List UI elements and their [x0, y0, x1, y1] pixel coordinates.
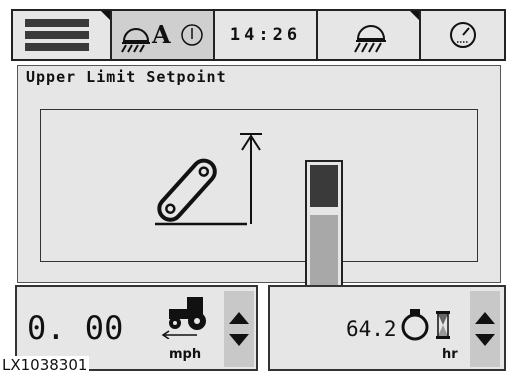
setpoint-bar-fill	[310, 215, 338, 290]
menu-button[interactable]	[13, 11, 112, 59]
tractor-icon	[161, 297, 206, 339]
speed-stepper[interactable]	[224, 291, 254, 367]
speedometer-icon	[450, 22, 476, 48]
engine-hours-value: 64.2	[346, 317, 397, 341]
gauge-button[interactable]	[421, 11, 504, 59]
setpoint-bar-upper	[310, 165, 338, 207]
auto-lights-button[interactable]: A	[112, 11, 215, 59]
engine-hours-box: 64.2 hr	[268, 285, 506, 371]
hourglass-icon	[436, 311, 450, 339]
submenu-indicator-icon	[410, 11, 419, 20]
panel-title: Upper Limit Setpoint	[26, 68, 227, 86]
hours-stepper[interactable]	[470, 291, 500, 367]
hitch-upper-limit-icon	[155, 133, 262, 226]
figure-id-caption: LX1038301	[0, 356, 90, 374]
work-light-icon	[121, 28, 150, 53]
work-light-icon	[354, 25, 386, 53]
clock-time: 14:26	[229, 25, 302, 45]
up-down-arrows-icon	[475, 312, 495, 346]
menu-icon	[25, 19, 89, 51]
ground-speed-unit: mph	[169, 347, 202, 362]
lights-button[interactable]	[318, 11, 421, 59]
top-toolbar: A 14:26	[11, 9, 506, 61]
auto-mode-label: A	[152, 20, 171, 49]
setpoint-panel: Upper Limit Setpoint	[17, 65, 501, 295]
up-down-arrows-icon	[229, 312, 249, 346]
submenu-indicator-icon	[101, 11, 110, 20]
engine-icon	[401, 309, 429, 341]
power-icon	[181, 24, 203, 46]
setpoint-frame	[40, 109, 478, 295]
ground-speed-value: 0. 00	[27, 309, 124, 347]
engine-hours-unit: hr	[442, 347, 458, 362]
clock-display: 14:26	[215, 11, 318, 59]
setpoint-level-bar	[305, 160, 343, 295]
